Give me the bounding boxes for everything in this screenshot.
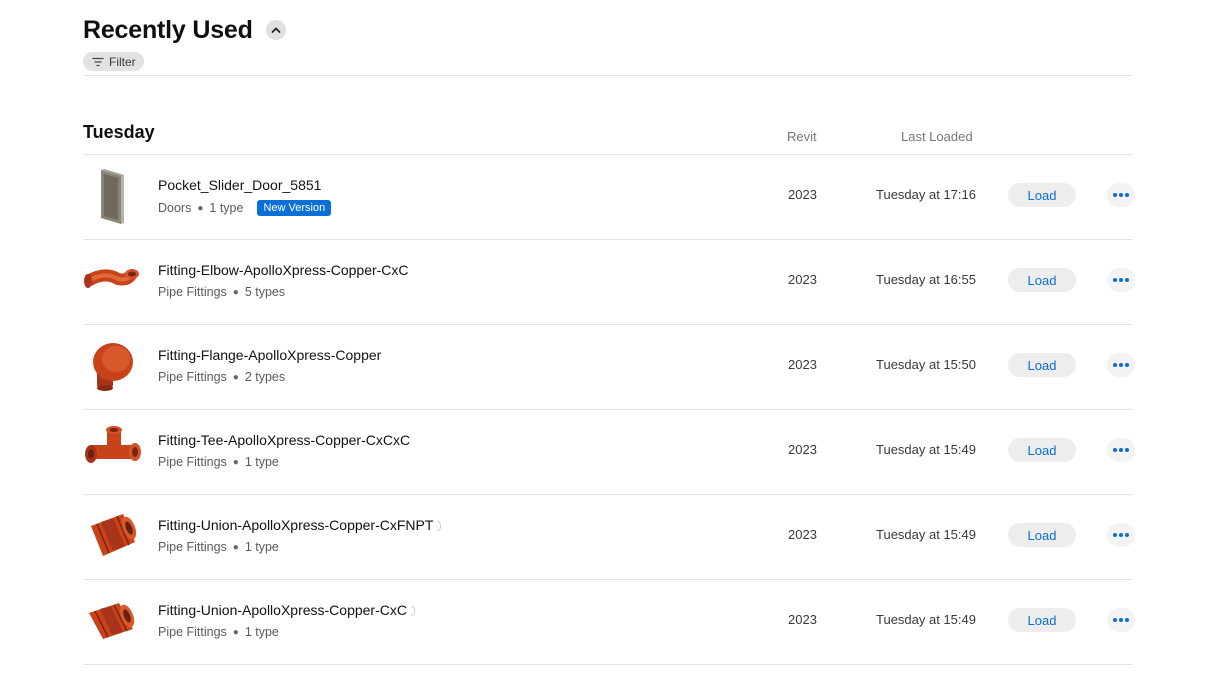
row-name[interactable]: Fitting-Union-ApolloXpress-Copper-CxC xyxy=(158,602,415,618)
row-category: Pipe Fittings xyxy=(158,285,227,299)
row-category: Pipe Fittings xyxy=(158,455,227,469)
load-button[interactable]: Load xyxy=(1008,523,1076,547)
collapse-button[interactable] xyxy=(265,20,286,40)
list-item[interactable]: Fitting-Tee-ApolloXpress-Copper-CxCxC Pi… xyxy=(83,410,1135,495)
load-button[interactable]: Load xyxy=(1008,438,1076,462)
row-name-text: Fitting-Union-ApolloXpress-Copper-CxFNPT xyxy=(158,517,434,533)
row-last-loaded: Tuesday at 15:49 xyxy=(876,527,976,542)
row-revit-version: 2023 xyxy=(788,187,817,202)
more-options-button[interactable] xyxy=(1107,608,1135,632)
row-name[interactable]: Pocket_Slider_Door_5851 xyxy=(158,177,321,193)
list-item[interactable]: Fitting-Flange-ApolloXpress-Copper Pipe … xyxy=(83,325,1135,410)
row-revit-version: 2023 xyxy=(788,272,817,287)
row-meta: Pipe Fittings ● 2 types xyxy=(158,370,285,384)
row-name[interactable]: Fitting-Tee-ApolloXpress-Copper-CxCxC xyxy=(158,432,410,448)
row-last-loaded: Tuesday at 15:49 xyxy=(876,442,976,457)
title-row: Recently Used xyxy=(83,14,1133,46)
tee-fitting-thumbnail xyxy=(83,421,143,481)
column-header-revit[interactable]: Revit xyxy=(787,129,817,144)
recently-used-header: Recently Used Filter xyxy=(83,14,1133,72)
flange-fitting-thumbnail xyxy=(83,336,143,396)
more-options-button[interactable] xyxy=(1107,523,1135,547)
list-item[interactable]: Fitting-Elbow-ApolloXpress-Copper-CxC Pi… xyxy=(83,240,1135,325)
load-button[interactable]: Load xyxy=(1008,353,1076,377)
bullet-separator: ● xyxy=(232,626,239,638)
bullet-separator: ● xyxy=(232,371,239,383)
row-name[interactable]: Fitting-Elbow-ApolloXpress-Copper-CxC xyxy=(158,262,409,278)
row-category: Doors xyxy=(158,201,192,215)
list-item[interactable]: Pocket_Slider_Door_5851 Doors ● 1 type N… xyxy=(83,155,1135,240)
row-revit-version: 2023 xyxy=(788,357,817,372)
row-meta: Pipe Fittings ● 5 types xyxy=(158,285,285,299)
row-last-loaded: Tuesday at 16:55 xyxy=(876,272,976,287)
bullet-separator: ● xyxy=(232,456,239,468)
more-options-button[interactable] xyxy=(1107,438,1135,462)
more-options-button[interactable] xyxy=(1107,183,1135,207)
new-version-badge: New Version xyxy=(257,200,332,216)
load-button[interactable]: Load xyxy=(1008,608,1076,632)
row-name[interactable]: Fitting-Flange-ApolloXpress-Copper xyxy=(158,347,381,363)
list-item[interactable]: Fitting-Union-ApolloXpress-Copper-CxFNPT… xyxy=(83,495,1135,580)
chevron-up-icon xyxy=(271,27,281,33)
filter-label: Filter xyxy=(109,54,136,69)
door-thumbnail xyxy=(83,166,143,226)
family-list: Pocket_Slider_Door_5851 Doors ● 1 type N… xyxy=(83,155,1135,665)
row-types: 1 type xyxy=(244,540,279,554)
elbow-fitting-thumbnail xyxy=(83,251,143,311)
row-revit-version: 2023 xyxy=(788,527,817,542)
row-name[interactable]: Fitting-Union-ApolloXpress-Copper-CxFNPT xyxy=(158,517,442,533)
load-button[interactable]: Load xyxy=(1008,268,1076,292)
row-name-text: Fitting-Union-ApolloXpress-Copper-CxC xyxy=(158,602,407,618)
union-fitting-thumbnail xyxy=(83,591,143,651)
header-divider xyxy=(83,75,1133,76)
row-category: Pipe Fittings xyxy=(158,540,227,554)
group-title: Tuesday xyxy=(83,122,155,142)
page-title: Recently Used xyxy=(83,15,253,44)
row-types: 1 type xyxy=(244,625,279,639)
bullet-separator: ● xyxy=(232,541,239,553)
row-meta: Pipe Fittings ● 1 type xyxy=(158,625,279,639)
row-category: Pipe Fittings xyxy=(158,370,227,384)
row-types: 1 type xyxy=(244,455,279,469)
row-meta: Pipe Fittings ● 1 type xyxy=(158,540,279,554)
filter-lines-icon xyxy=(92,57,104,66)
row-last-loaded: Tuesday at 15:49 xyxy=(876,612,976,627)
list-item[interactable]: Fitting-Union-ApolloXpress-Copper-CxC Pi… xyxy=(83,580,1135,665)
truncation-mark xyxy=(410,606,415,617)
row-revit-version: 2023 xyxy=(788,612,817,627)
load-button[interactable]: Load xyxy=(1008,183,1076,207)
row-meta: Pipe Fittings ● 1 type xyxy=(158,455,279,469)
column-header-last-loaded[interactable]: Last Loaded xyxy=(901,129,973,144)
row-meta: Doors ● 1 type New Version xyxy=(158,200,332,216)
more-options-button[interactable] xyxy=(1107,353,1135,377)
more-options-button[interactable] xyxy=(1107,268,1135,292)
filter-button[interactable]: Filter xyxy=(83,52,144,71)
group-header: Tuesday Revit Last Loaded xyxy=(83,120,1133,154)
row-last-loaded: Tuesday at 17:16 xyxy=(876,187,976,202)
row-types: 1 type xyxy=(209,201,244,215)
row-types: 2 types xyxy=(244,370,286,384)
bullet-separator: ● xyxy=(232,286,239,298)
row-last-loaded: Tuesday at 15:50 xyxy=(876,357,976,372)
truncation-mark xyxy=(437,521,442,532)
union-fitting-thumbnail xyxy=(83,506,143,566)
row-category: Pipe Fittings xyxy=(158,625,227,639)
row-types: 5 types xyxy=(244,285,286,299)
row-revit-version: 2023 xyxy=(788,442,817,457)
bullet-separator: ● xyxy=(197,202,204,214)
